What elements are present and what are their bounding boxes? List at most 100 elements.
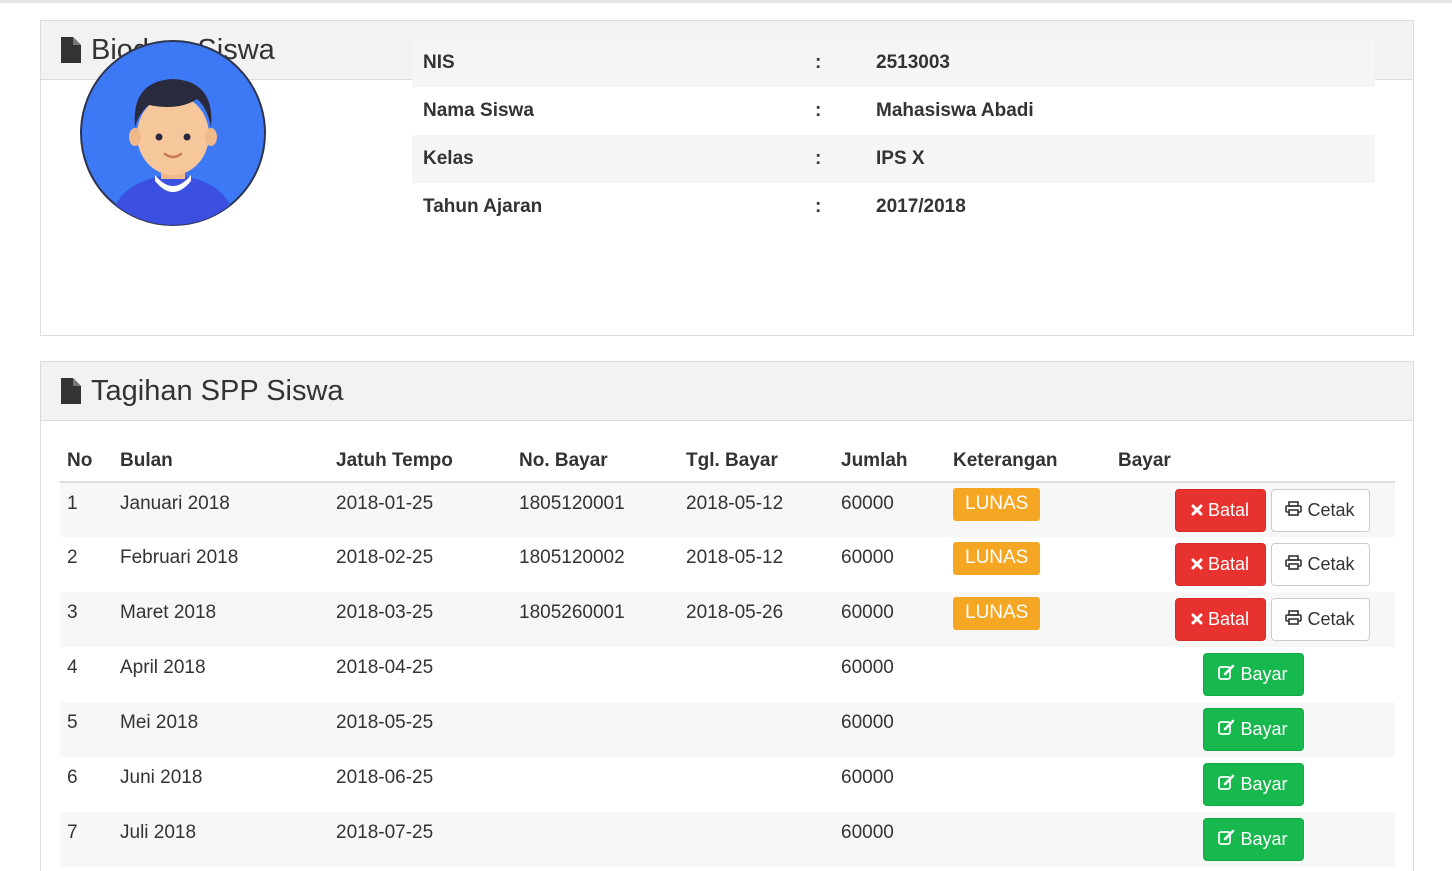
cell-bulan: Juli 2018 (113, 812, 329, 867)
cell-keterangan: LUNAS (946, 537, 1111, 592)
print-icon (1285, 500, 1303, 521)
cell-jatuh-tempo: 2018-06-25 (336, 767, 434, 788)
cell-bayar-actions: Batal Cetak (1111, 482, 1395, 537)
cell-keterangan (946, 702, 1111, 757)
bayar-label: Bayar (1240, 719, 1288, 739)
cell-jumlah: 60000 (841, 767, 894, 788)
table-row: 5 Mei 2018 2018-05-25 60000 Bayar (60, 702, 1395, 757)
top-border (0, 0, 1452, 3)
biodata-table: NIS : 2513003 Nama Siswa : Mahasiswa Aba… (412, 39, 1375, 231)
cell-no-bayar: 1805260001 (512, 592, 679, 647)
cell-bulan: Mei 2018 (113, 702, 329, 757)
edit-icon (1218, 774, 1235, 795)
cell-no-bayar: 1805120002 (519, 547, 625, 568)
cell-jumlah: 60000 (841, 547, 894, 568)
cell-no: 6 (67, 767, 78, 788)
cell-bayar-actions: Bayar (1111, 647, 1395, 702)
biodata-value: Mahasiswa Abadi (876, 100, 1034, 121)
header-jatuh-tempo: Jatuh Tempo (329, 440, 512, 483)
tagihan-panel-header: Tagihan SPP Siswa (41, 362, 1413, 421)
status-badge-lunas: LUNAS (953, 597, 1041, 630)
cell-jatuh-tempo: 2018-03-25 (329, 592, 512, 647)
cell-jumlah: 60000 (841, 657, 894, 678)
table-row: 7 Juli 2018 2018-07-25 60000 Bayar (60, 812, 1395, 867)
cell-keterangan: LUNAS (946, 482, 1111, 537)
cetak-button[interactable]: Cetak (1270, 598, 1370, 641)
batal-label: Batal (1207, 554, 1250, 574)
cetak-button[interactable]: Cetak (1270, 489, 1370, 532)
cetak-button[interactable]: Cetak (1270, 543, 1370, 586)
tagihan-panel: Tagihan SPP Siswa No Bulan Jatuh Tempo N… (40, 361, 1414, 871)
header-keterangan: Keterangan (946, 440, 1111, 483)
batal-button[interactable]: Batal (1174, 598, 1266, 641)
cell-keterangan: LUNAS (946, 592, 1111, 647)
cell-no: 5 (60, 702, 113, 757)
biodata-separator: : (807, 135, 876, 183)
cell-jumlah: 60000 (834, 812, 946, 867)
biodata-label: Tahun Ajaran (423, 196, 543, 217)
table-row: 2 Februari 2018 2018-02-25 1805120002 2018-0… (60, 537, 1395, 592)
cell-no-bayar (512, 812, 679, 867)
cell-tgl-bayar (679, 757, 834, 812)
tagihan-title: Tagihan SPP Siswa (91, 374, 344, 407)
bayar-label: Bayar (1240, 664, 1288, 684)
table-row: 1 Januari 2018 2018-01-25 1805120001 2018-05… (60, 482, 1395, 537)
cell-keterangan (946, 812, 1111, 867)
batal-button[interactable]: Batal (1174, 543, 1266, 586)
cell-tgl-bayar: 2018-05-12 (686, 547, 784, 568)
cell-jatuh-tempo: 2018-01-25 (329, 482, 512, 537)
file-icon (61, 378, 81, 404)
cell-no: 1 (60, 482, 113, 537)
cetak-label: Cetak (1307, 609, 1355, 629)
cetak-label: Cetak (1307, 554, 1355, 574)
edit-icon (1218, 664, 1235, 685)
tagihan-table-body: 1 Januari 2018 2018-01-25 1805120001 2018-05… (60, 482, 1395, 867)
bayar-label: Bayar (1240, 829, 1288, 849)
cell-no-bayar (512, 647, 679, 702)
biodata-value: 2513003 (876, 39, 1375, 87)
cell-jatuh-tempo: 2018-04-25 (336, 657, 434, 678)
batal-button[interactable]: Batal (1174, 489, 1266, 532)
cell-no: 4 (67, 657, 78, 678)
cell-bayar-actions: Bayar (1111, 757, 1395, 812)
header-no: No (60, 440, 113, 483)
bayar-button[interactable]: Bayar (1202, 653, 1304, 696)
header-jumlah: Jumlah (834, 440, 946, 483)
batal-label: Batal (1207, 500, 1250, 520)
cell-keterangan (946, 647, 1111, 702)
table-row: 6 Juni 2018 2018-06-25 60000 Bayar (60, 757, 1395, 812)
cell-bayar-actions: Batal Cetak (1111, 592, 1395, 647)
cell-bayar-actions: Batal Cetak (1111, 537, 1395, 592)
bayar-button[interactable]: Bayar (1202, 818, 1304, 861)
cell-tgl-bayar: 2018-05-26 (679, 592, 834, 647)
cell-bayar-actions: Bayar (1111, 812, 1395, 867)
times-icon (1191, 500, 1203, 521)
cell-jatuh-tempo: 2018-07-25 (329, 812, 512, 867)
cell-bulan: Juni 2018 (120, 767, 203, 788)
bayar-button[interactable]: Bayar (1202, 763, 1304, 806)
cell-bulan: April 2018 (120, 657, 206, 678)
biodata-separator: : (807, 39, 876, 87)
edit-icon (1218, 829, 1235, 850)
bayar-button[interactable]: Bayar (1202, 708, 1304, 751)
cell-no: 3 (60, 592, 113, 647)
print-icon (1285, 554, 1303, 575)
biodata-row-nama: Nama Siswa : Mahasiswa Abadi (412, 87, 1375, 135)
table-row: 4 April 2018 2018-04-25 60000 Bayar (60, 647, 1395, 702)
cell-no-bayar: 1805120001 (512, 482, 679, 537)
times-icon (1191, 609, 1203, 630)
table-header-row: No Bulan Jatuh Tempo No. Bayar Tgl. Baya… (60, 440, 1395, 483)
biodata-label: NIS (412, 39, 807, 87)
cell-tgl-bayar (679, 812, 834, 867)
cell-tgl-bayar (679, 702, 834, 757)
cell-no-bayar (512, 702, 679, 757)
cell-jatuh-tempo: 2018-02-25 (336, 547, 434, 568)
biodata-row-kelas: Kelas : IPS X (412, 135, 1375, 183)
cell-jatuh-tempo: 2018-05-25 (329, 702, 512, 757)
biodata-label: Kelas (412, 135, 807, 183)
cell-bulan: Februari 2018 (120, 547, 239, 568)
bayar-label: Bayar (1240, 774, 1288, 794)
biodata-label: Nama Siswa (423, 100, 534, 121)
cell-no: 2 (67, 547, 78, 568)
cell-bayar-actions: Bayar (1111, 702, 1395, 757)
